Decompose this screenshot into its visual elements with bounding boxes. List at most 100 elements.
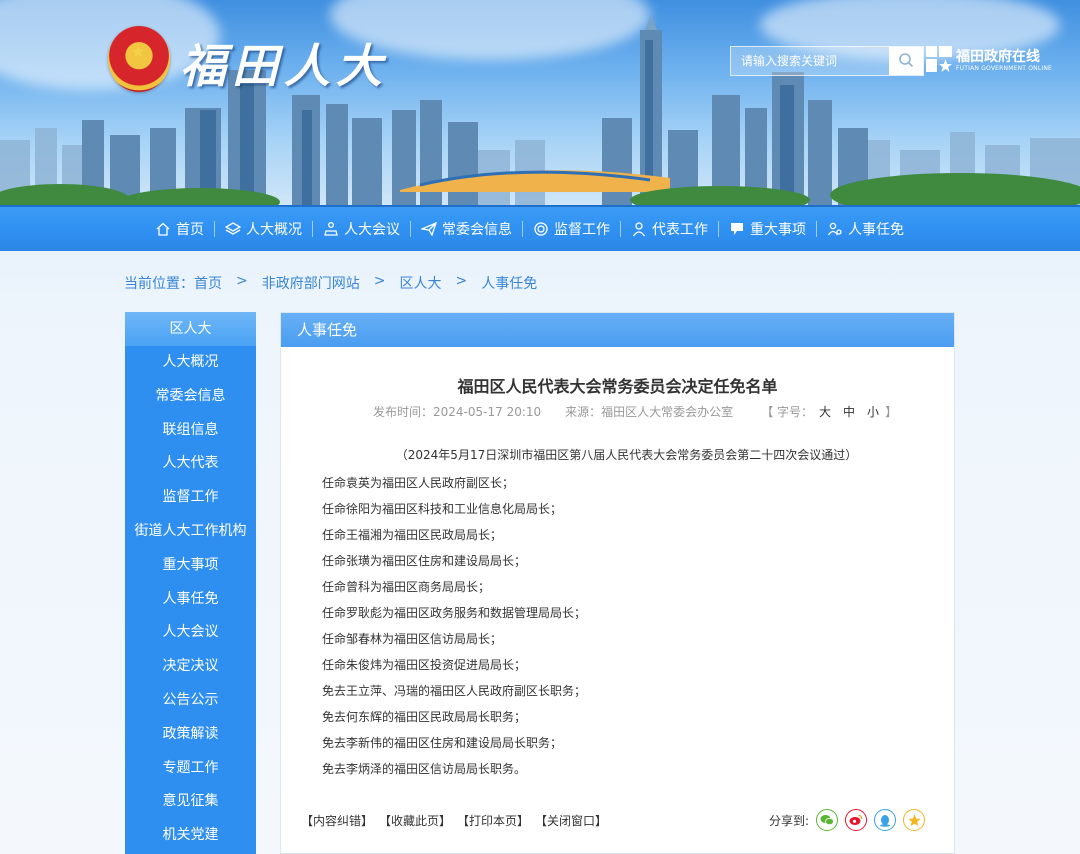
search-icon (899, 52, 914, 67)
target-icon (534, 222, 548, 236)
home-icon (156, 222, 170, 236)
close-window-link[interactable]: 【关闭窗口】 (535, 812, 607, 829)
source-label: 来源： (565, 405, 602, 419)
breadcrumb-separator: > (373, 273, 386, 289)
sidebar-item-major-matters[interactable]: 重大事项 (125, 549, 256, 583)
search-input[interactable] (731, 47, 891, 75)
body-line: 免去李新伟的福田区住房和建设局局长职务； (322, 736, 563, 750)
qzone-icon[interactable] (903, 809, 926, 831)
sidebar-item-overview[interactable]: 人大概况 (125, 346, 256, 380)
nav-item-representatives[interactable]: 代表工作 (621, 207, 718, 251)
article-subtitle: （2024年5月17日深圳市福田区第八届人民代表大会常务委员会第二十四次会议通过… (395, 448, 858, 462)
breadcrumb-link-non-gov[interactable]: 非政府部门网站 (262, 273, 360, 293)
font-size-close: 】 (885, 405, 898, 419)
sidebar-item-supervision[interactable]: 监督工作 (125, 481, 256, 515)
nav-item-label: 重大事项 (750, 222, 806, 238)
breadcrumb: 当前位置： 首页 > 非政府部门网站 > 区人大 > 人事任免 (124, 273, 537, 293)
body-line: 任命袁英为福田区人民政府副区长； (322, 476, 515, 490)
sidebar-title: 区人大 (125, 312, 256, 346)
breadcrumb-link-personnel[interactable]: 人事任免 (481, 273, 537, 293)
sidebar-item-personnel[interactable]: 人事任免 (125, 583, 256, 617)
layers-icon (225, 222, 241, 235)
sidebar-item-joint-group[interactable]: 联组信息 (125, 414, 256, 448)
gov-site-subtitle: FUTIAN GOVERNMENT ONLINE (956, 65, 1053, 72)
body-line: 任命邹春林为福田区信访局局长； (322, 632, 503, 646)
weibo-icon[interactable] (845, 809, 868, 831)
article-meta: 发布时间： 2024-05-17 20:10 来源： 福田区人大常委会办公室 【… (373, 403, 897, 420)
meeting-icon (324, 222, 338, 236)
sidebar-item-committee[interactable]: 常委会信息 (125, 380, 256, 414)
header-banner: ★ 福田人大 福田政府在线 FUTIAN GOVERNMENT ONLINE (0, 0, 1080, 205)
body-line: 免去王立萍、冯瑞的福田区人民政府副区长职务； (322, 684, 587, 698)
people-icon (827, 222, 842, 236)
site-title: 福田人大 (180, 39, 388, 93)
nav-item-label: 人大会议 (344, 222, 400, 238)
wechat-icon[interactable] (816, 809, 839, 831)
person-icon (632, 222, 646, 237)
font-size-large-button[interactable]: 大 (819, 403, 831, 420)
nav-item-overview[interactable]: 人大概况 (215, 207, 312, 251)
nav-item-label: 常委会信息 (442, 222, 512, 238)
search-box (730, 46, 924, 76)
report-error-link[interactable]: 【内容纠错】 (301, 812, 373, 829)
nav-item-label: 人事任免 (848, 222, 904, 238)
body-line: 任命王福湘为福田区民政局局长； (322, 528, 503, 542)
nav-item-major-matters[interactable]: 重大事项 (719, 207, 816, 251)
nav-item-home[interactable]: 首页 (145, 207, 214, 251)
nav-item-label: 监督工作 (554, 222, 610, 238)
city-skyline-illustration (0, 14, 1080, 205)
body-line: 任命朱俊炜为福田区投资促进局局长； (322, 658, 527, 672)
body-line: 免去李炳泽的福田区信访局局长职务。 (322, 762, 527, 776)
share-label: 分享到: (769, 813, 810, 828)
nav-item-label: 人大概况 (246, 222, 302, 238)
sidebar-item-street-agencies[interactable]: 街道人大工作机构 (125, 515, 256, 549)
sidebar-item-announcements[interactable]: 公告公示 (125, 684, 256, 718)
font-size-label: 【 字号： (761, 405, 814, 419)
nav-item-committee[interactable]: 常委会信息 (411, 207, 522, 251)
font-size-small-button[interactable]: 小 (867, 403, 879, 420)
publish-time: 2024-05-17 20:10 (433, 404, 542, 419)
nav-item-meeting[interactable]: 人大会议 (313, 207, 410, 251)
breadcrumb-link-district-npc[interactable]: 区人大 (399, 273, 441, 293)
share-bar: 分享到: (769, 809, 926, 831)
search-button[interactable] (889, 47, 923, 75)
breadcrumb-separator: > (455, 273, 468, 289)
source-value: 福田区人大常委会办公室 (601, 405, 734, 419)
qq-icon[interactable] (874, 809, 897, 831)
sidebar-item-special-work[interactable]: 专题工作 (125, 752, 256, 786)
article-panel: 人事任免 福田区人民代表大会常务委员会决定任免名单 发布时间： 2024-05-… (280, 312, 955, 854)
bookmark-link[interactable]: 【收藏此页】 (379, 812, 451, 829)
breadcrumb-link-home[interactable]: 首页 (194, 273, 222, 293)
breadcrumb-separator: > (236, 273, 248, 289)
main-navbar: 首页 人大概况 人大会议 常委会信息 监督工作 代表工作 重大事项 人事任免 (0, 205, 1080, 251)
star-icon: ★ (131, 42, 146, 61)
sidebar-item-party[interactable]: 机关党建 (125, 819, 256, 853)
send-icon (421, 221, 437, 237)
sidebar-item-deputies[interactable]: 人大代表 (125, 447, 256, 481)
section-title: 人事任免 (281, 313, 954, 347)
sidebar: 区人大 人大概况 常委会信息 联组信息 人大代表 监督工作 街道人大工作机构 重… (125, 312, 256, 854)
font-size-medium-button[interactable]: 中 (843, 403, 855, 420)
gov-site-link[interactable]: 福田政府在线 (956, 46, 1040, 66)
print-link[interactable]: 【打印本页】 (457, 812, 529, 829)
article-body: 任命袁英为福田区人民政府副区长； 任命徐阳为福田区科技和工业信息化局局长； 任命… (322, 470, 586, 782)
nav-item-supervision[interactable]: 监督工作 (523, 207, 620, 251)
body-line: 任命罗耿彪为福田区政务服务和数据管理局局长； (322, 606, 587, 620)
breadcrumb-prefix: 当前位置： (124, 276, 194, 292)
sidebar-item-meetings[interactable]: 人大会议 (125, 616, 256, 650)
nav-item-label: 代表工作 (652, 222, 708, 238)
sidebar-item-policy[interactable]: 政策解读 (125, 718, 256, 752)
body-line: 任命徐阳为福田区科技和工业信息化局局长； (322, 502, 563, 516)
body-line: 免去何东辉的福田区民政局局长职务； (322, 710, 527, 724)
nav-item-label: 首页 (176, 222, 204, 238)
body-line: 任命张璜为福田区住房和建设局局长； (322, 554, 527, 568)
nav-items: 首页 人大概况 人大会议 常委会信息 监督工作 代表工作 重大事项 人事任免 (145, 207, 914, 251)
article-actions: 【内容纠错】 【收藏此页】 【打印本页】 【关闭窗口】 (301, 812, 607, 829)
nav-item-personnel[interactable]: 人事任免 (817, 207, 914, 251)
gov-logo-icon[interactable] (926, 46, 952, 72)
national-emblem-logo: ★ (108, 26, 170, 92)
sidebar-item-resolutions[interactable]: 决定决议 (125, 650, 256, 684)
sidebar-item-opinions[interactable]: 意见征集 (125, 785, 256, 819)
body-line: 任命曾科为福田区商务局局长； (322, 580, 491, 594)
flag-icon (731, 223, 743, 235)
